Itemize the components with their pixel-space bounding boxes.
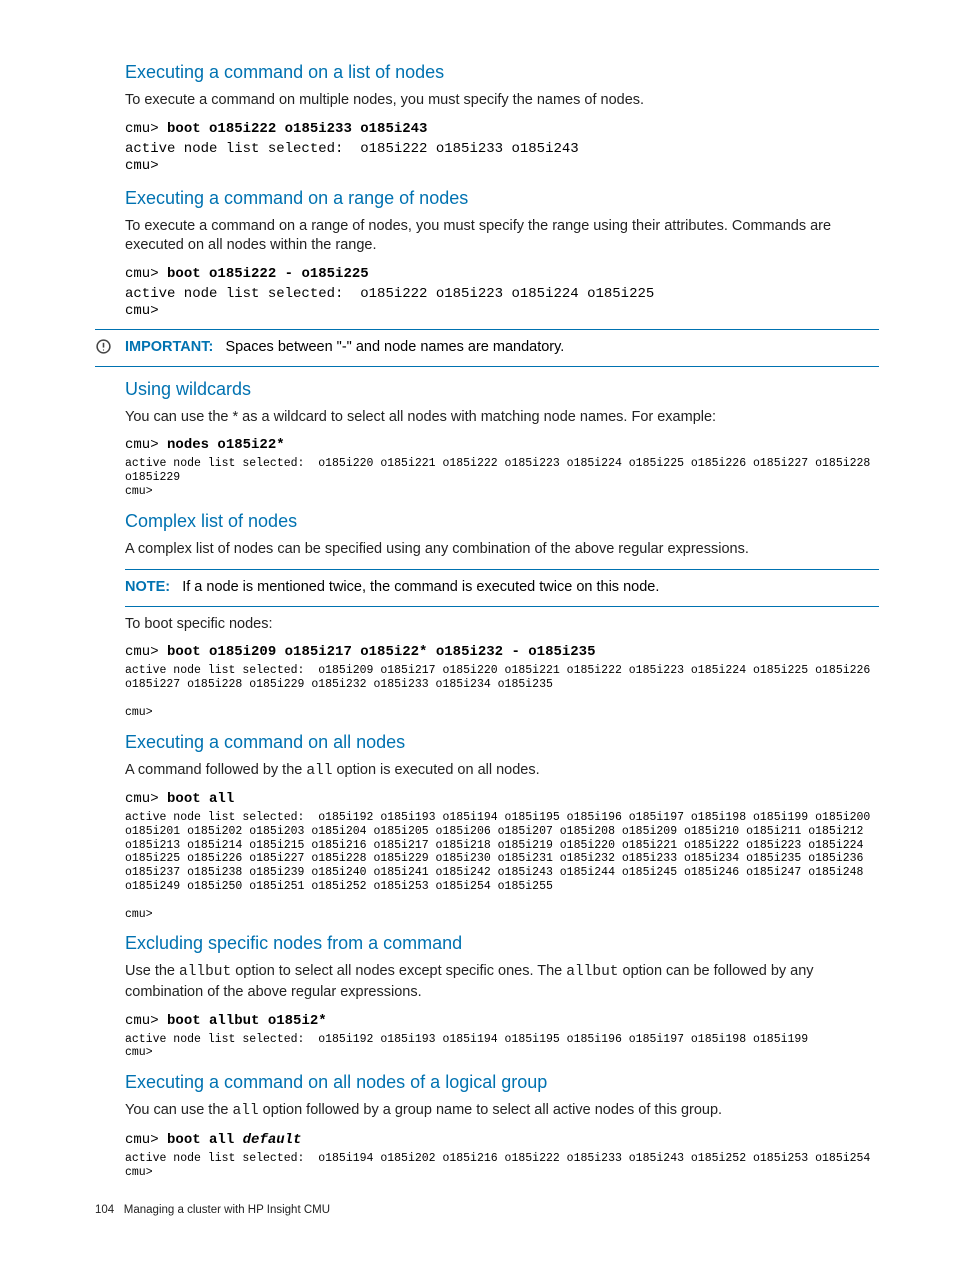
heading-excluding: Excluding specific nodes from a command	[125, 933, 879, 954]
chapter-title: Managing a cluster with HP Insight CMU	[124, 1204, 330, 1216]
para: To execute a command on multiple nodes, …	[125, 91, 879, 111]
heading-range-of-nodes: Executing a command on a range of nodes	[125, 188, 879, 209]
output: active node list selected: o185i194 o185…	[125, 1152, 879, 1180]
para: A complex list of nodes can be specified…	[125, 540, 879, 560]
page-footer: 104 Managing a cluster with HP Insight C…	[95, 1204, 879, 1216]
output: active node list selected: o185i220 o185…	[125, 457, 879, 498]
cmd-line: cmu> boot o185i209 o185i217 o185i22* o18…	[125, 644, 879, 660]
cmd-line: cmu> boot all	[125, 791, 879, 807]
callout-label: IMPORTANT:	[125, 339, 213, 355]
cmd-line: cmu> boot o185i222 - o185i225	[125, 266, 879, 282]
important-icon	[95, 336, 125, 360]
page-number: 104	[95, 1204, 114, 1216]
cmd-line: cmu> nodes o185i22*	[125, 437, 879, 453]
para: To boot specific nodes:	[125, 615, 879, 635]
callout-important: IMPORTANT: Spaces between "-" and node n…	[95, 329, 879, 367]
para: You can use the * as a wildcard to selec…	[125, 408, 879, 428]
heading-complex: Complex list of nodes	[125, 511, 879, 532]
output: active node list selected: o185i222 o185…	[125, 286, 879, 321]
heading-wildcards: Using wildcards	[125, 379, 879, 400]
callout-text: If a node is mentioned twice, the comman…	[182, 579, 659, 595]
output: active node list selected: o185i222 o185…	[125, 141, 879, 176]
para: You can use the all option followed by a…	[125, 1101, 879, 1122]
callout-note: NOTE: If a node is mentioned twice, the …	[125, 569, 879, 607]
heading-logical-group: Executing a command on all nodes of a lo…	[125, 1072, 879, 1093]
output: active node list selected: o185i209 o185…	[125, 664, 879, 719]
cmd-line: cmu> boot all default	[125, 1132, 879, 1148]
callout-label: NOTE:	[125, 579, 170, 595]
cmd-line: cmu> boot o185i222 o185i233 o185i243	[125, 121, 879, 137]
heading-all-nodes: Executing a command on all nodes	[125, 732, 879, 753]
heading-list-of-nodes: Executing a command on a list of nodes	[125, 62, 879, 83]
cmd-line: cmu> boot allbut o185i2*	[125, 1013, 879, 1029]
para: To execute a command on a range of nodes…	[125, 217, 879, 256]
output: active node list selected: o185i192 o185…	[125, 811, 879, 921]
output: active node list selected: o185i192 o185…	[125, 1033, 879, 1061]
para: A command followed by the all option is …	[125, 761, 879, 782]
para: Use the allbut option to select all node…	[125, 962, 879, 1002]
callout-text: Spaces between "-" and node names are ma…	[225, 339, 564, 355]
